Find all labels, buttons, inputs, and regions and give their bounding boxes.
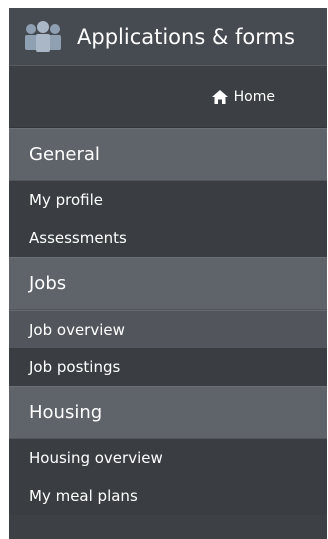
section-header-jobs[interactable]: Jobs — [9, 257, 327, 310]
nav-item-my-meal-plans[interactable]: My meal plans — [9, 477, 327, 515]
home-bar: Home — [9, 66, 327, 128]
home-link[interactable]: Home — [211, 89, 275, 105]
nav-item-housing-overview[interactable]: Housing overview — [9, 439, 327, 477]
nav-item-my-profile[interactable]: My profile — [9, 181, 327, 219]
home-label: Home — [233, 88, 275, 105]
nav-item-job-postings[interactable]: Job postings — [9, 348, 327, 386]
people-group-icon — [23, 19, 63, 55]
app-header: Applications & forms — [9, 8, 327, 66]
nav-item-job-overview[interactable]: Job overview — [9, 310, 327, 348]
nav-item-assessments[interactable]: Assessments — [9, 219, 327, 257]
section-header-general[interactable]: General — [9, 128, 327, 181]
home-icon — [211, 89, 229, 105]
sidebar-panel: Applications & forms Home General My pro… — [9, 8, 327, 539]
app-title: Applications & forms — [77, 24, 295, 49]
section-header-housing[interactable]: Housing — [9, 386, 327, 439]
